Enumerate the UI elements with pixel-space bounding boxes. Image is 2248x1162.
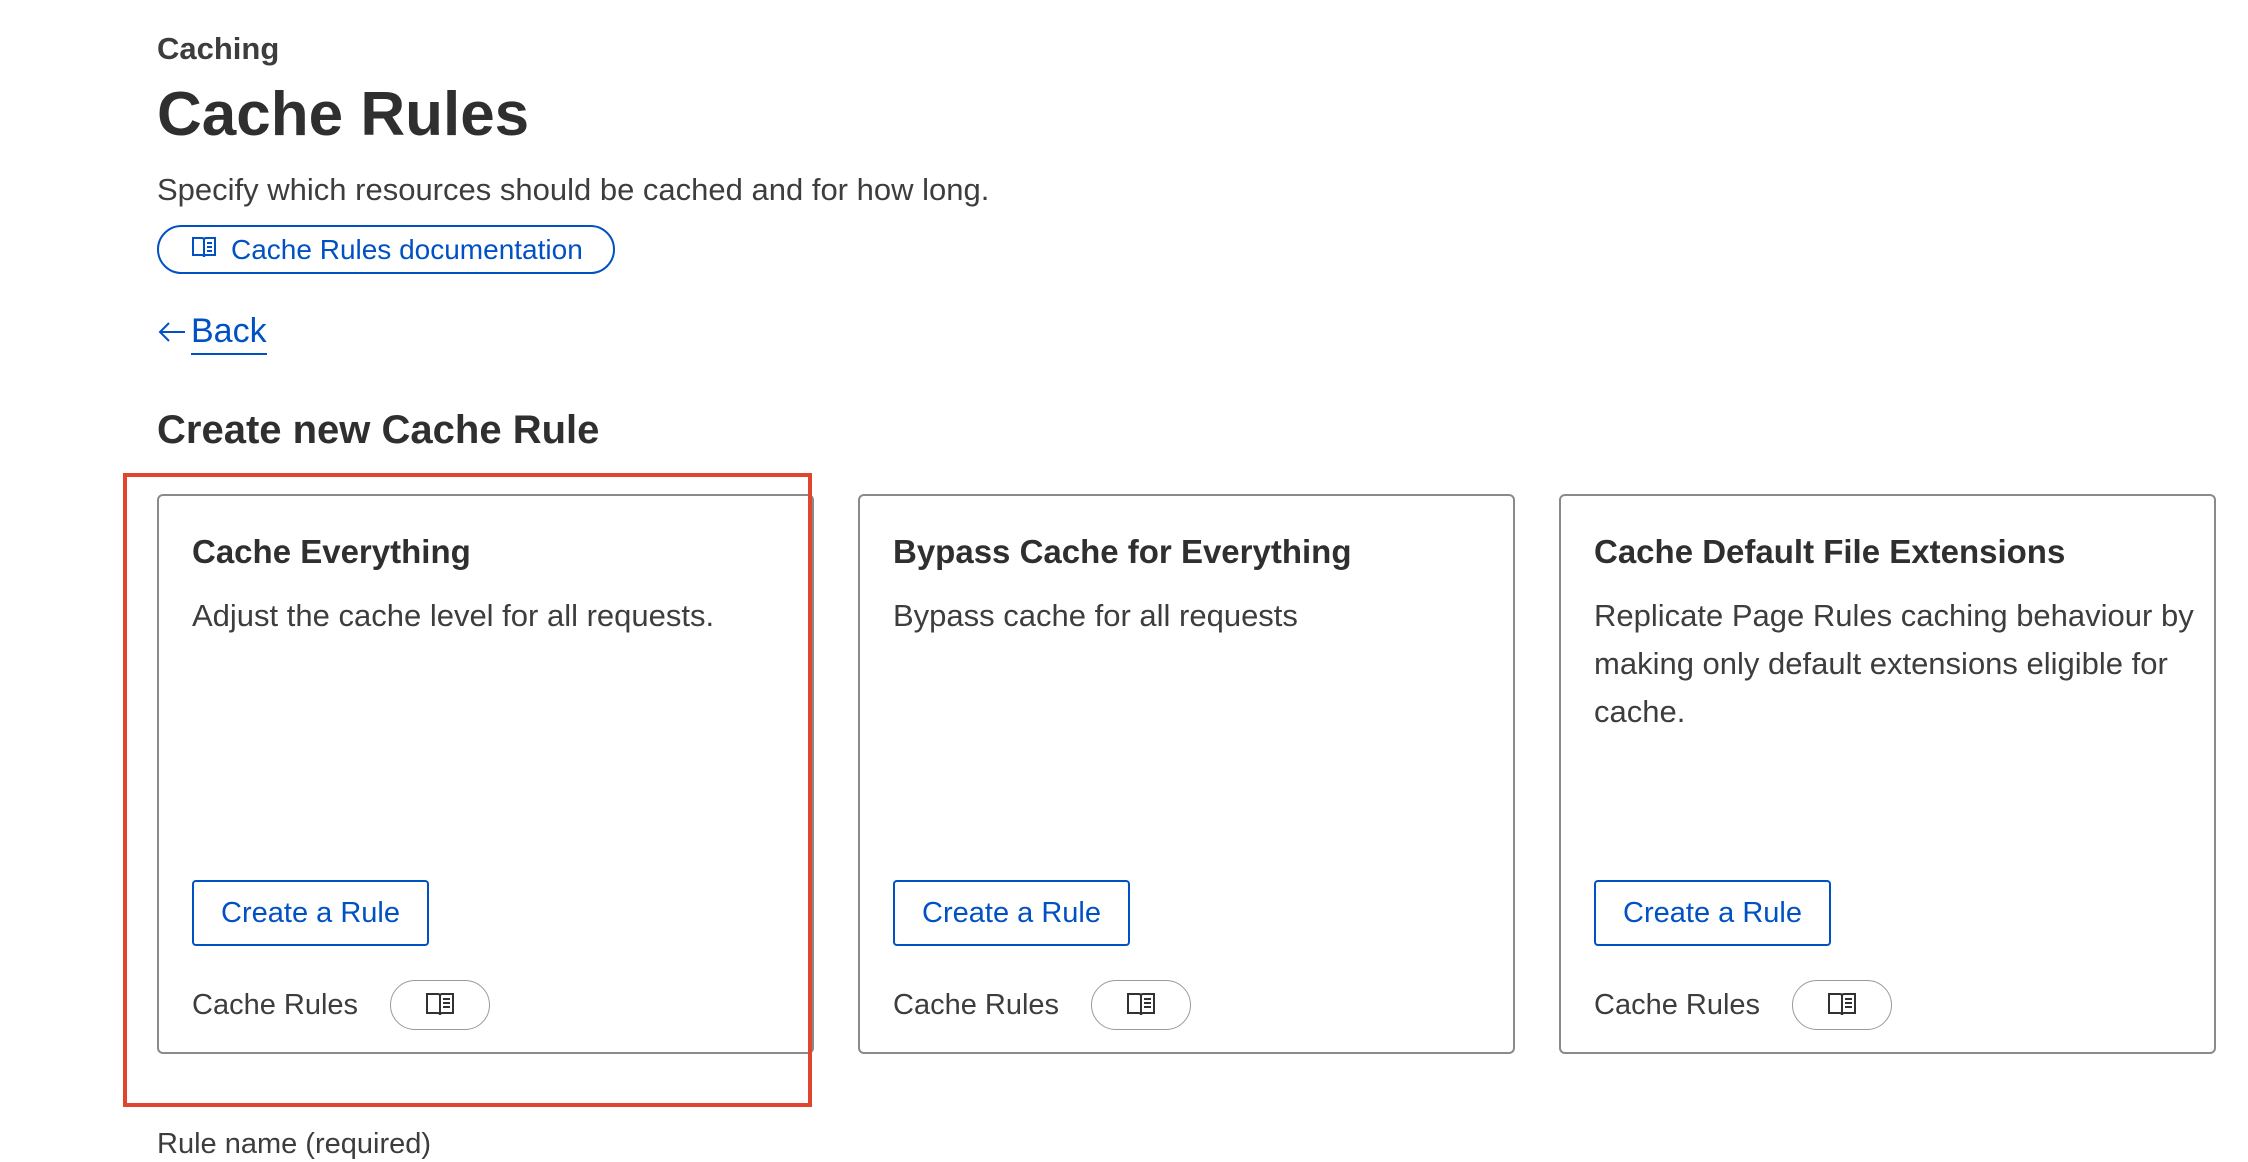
- card-description: Adjust the cache level for all requests.: [192, 598, 715, 633]
- card-description: Bypass cache for all requests: [893, 598, 1298, 633]
- card-footer-label: Cache Rules: [1594, 988, 1761, 1021]
- page-subtitle: Specify which resources should be cached…: [157, 172, 990, 207]
- cache-rules-page: Caching Cache Rules Specify which resour…: [157, 0, 2227, 1160]
- card-footer: Cache Rules: [192, 980, 491, 1030]
- card-footer-label: Cache Rules: [192, 988, 359, 1021]
- rule-name-label: Rule name (required): [157, 1128, 432, 1160]
- card-title: Cache Default File Extensions: [1594, 533, 2066, 570]
- arrow-left-icon: [157, 312, 187, 354]
- book-icon: [1126, 991, 1156, 1020]
- create-rule-button[interactable]: Create a Rule: [1594, 880, 1831, 946]
- book-icon: [191, 234, 217, 266]
- documentation-button[interactable]: [390, 980, 491, 1030]
- card-title: Cache Everything: [192, 533, 471, 570]
- breadcrumb: Caching: [157, 31, 280, 66]
- card-description: Replicate Page Rules caching behaviour b…: [1594, 598, 2194, 729]
- book-icon: [1827, 991, 1857, 1020]
- back-label: Back: [191, 310, 267, 355]
- card-title: Bypass Cache for Everything: [893, 533, 1352, 570]
- documentation-button[interactable]: [1091, 980, 1192, 1030]
- card-footer: Cache Rules: [1594, 980, 1893, 1030]
- documentation-link-label: Cache Rules documentation: [231, 233, 583, 265]
- card-footer: Cache Rules: [893, 980, 1192, 1030]
- book-icon: [425, 991, 455, 1020]
- template-card-bypass-cache: Bypass Cache for Everything Bypass cache…: [858, 494, 1515, 1054]
- documentation-link[interactable]: Cache Rules documentation: [157, 225, 615, 274]
- create-rule-button[interactable]: Create a Rule: [893, 880, 1130, 946]
- template-card-default-file-extensions: Cache Default File Extensions Replicate …: [1559, 494, 2216, 1054]
- create-rule-button[interactable]: Create a Rule: [192, 880, 429, 946]
- page-title: Cache Rules: [157, 80, 530, 149]
- back-link[interactable]: Back: [157, 310, 267, 355]
- documentation-button[interactable]: [1792, 980, 1893, 1030]
- section-title: Create new Cache Rule: [157, 408, 600, 452]
- card-footer-label: Cache Rules: [893, 988, 1060, 1021]
- template-card-cache-everything: Cache Everything Adjust the cache level …: [157, 494, 814, 1054]
